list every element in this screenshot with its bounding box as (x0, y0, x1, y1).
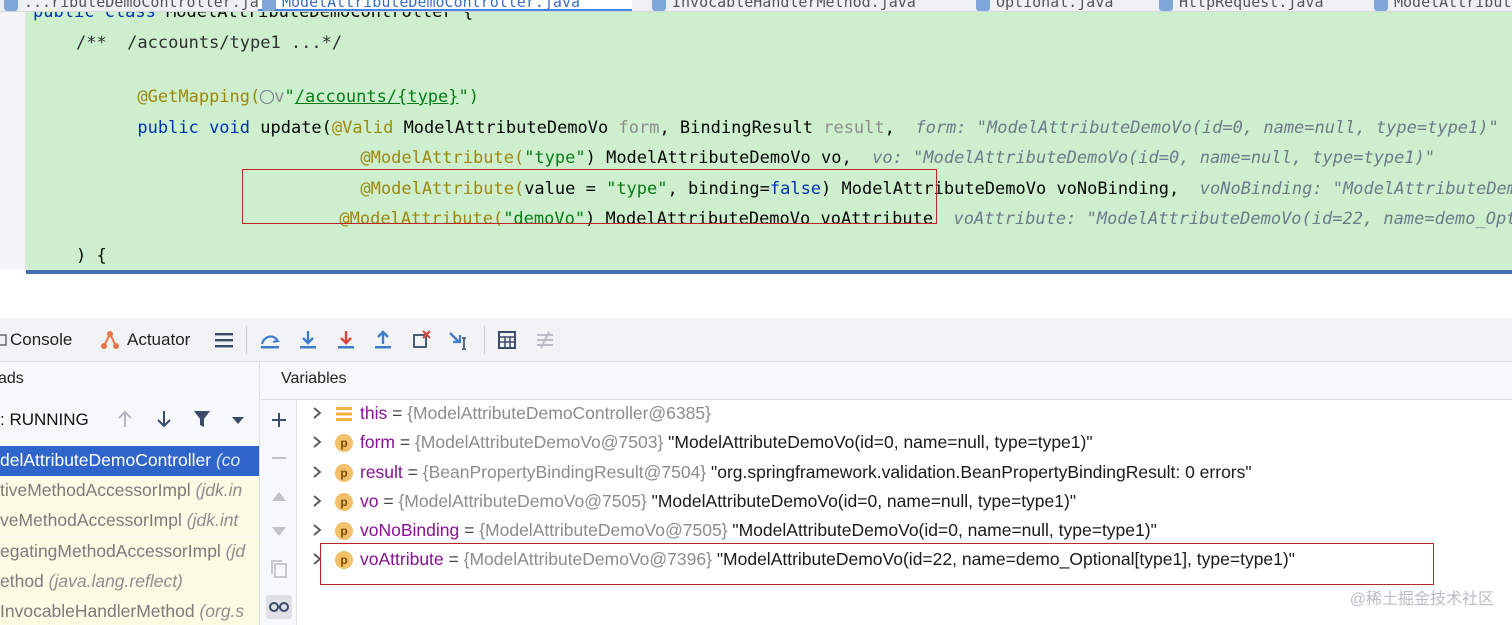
menu-icon[interactable] (212, 328, 236, 352)
java-file-icon (4, 0, 18, 11)
code-line-doc-comment[interactable]: /** /accounts/type1 ...*/ (76, 31, 342, 55)
chevron-right-icon[interactable] (309, 404, 325, 422)
thread-status-label: : RUNNING (0, 410, 89, 429)
java-file-icon (976, 0, 990, 11)
code-line-method-signature: public void update(@Valid ModelAttribute… (137, 118, 1499, 138)
java-file-icon (652, 0, 666, 11)
editor-tab-0[interactable]: ...ributeDemoController.java (0, 0, 277, 11)
tab-label: ModelAttribut... (1394, 0, 1512, 11)
variable-row-result[interactable]: p result = {BeanPropertyBindingResult@75… (297, 459, 1512, 488)
move-up-icon[interactable] (267, 484, 291, 508)
variable-row-vo[interactable]: p vo = {ModelAttributeDemoVo@7505} "Mode… (297, 488, 1512, 517)
chevron-right-icon[interactable] (309, 433, 325, 451)
highlight-box-voattribute-code (242, 169, 937, 224)
show-execution-point-icon[interactable] (258, 328, 282, 352)
java-file-icon (1374, 0, 1388, 11)
java-file-icon (1159, 0, 1173, 11)
parameter-icon: p (335, 493, 353, 511)
chevron-down-icon[interactable] (230, 413, 246, 431)
toolbar-separator (484, 326, 485, 354)
frame-item[interactable]: tiveMethodAccessorImpl (jdk.in (0, 476, 259, 506)
editor-tab-2[interactable]: InvocableHandlerMethod.java (648, 0, 916, 11)
run-to-cursor-icon[interactable] (447, 328, 471, 352)
parameter-icon: p (335, 434, 353, 452)
tab-label: InvocableHandlerMethod.java (672, 0, 916, 11)
field-lines-icon (335, 405, 353, 423)
java-file-icon (262, 0, 276, 11)
frame-item[interactable]: ethod (java.lang.reflect) (0, 567, 259, 597)
actuator-tab[interactable]: Actuator (127, 330, 190, 350)
variables-tree: this = {ModelAttributeDemoController@638… (297, 400, 1512, 625)
watermark: @稀土掘金技术社区 (1349, 591, 1494, 608)
actuator-icon (98, 328, 122, 352)
highlight-box-voattribute-variable (320, 543, 1434, 585)
step-into-icon[interactable] (334, 328, 358, 352)
code-editor[interactable]: public class ModelAttributeDemoControlle… (0, 12, 1512, 270)
arrow-down-icon[interactable] (155, 409, 173, 434)
frame-item[interactable]: egatingMethodAccessorImpl (jd (0, 537, 259, 567)
variables-header-bar: Variables (261, 362, 1512, 400)
frame-item[interactable]: delAttributeDemoController (co (0, 446, 259, 476)
tab-label: ModelAttributeDemoController.java (282, 0, 581, 11)
editor-tab-4[interactable]: HttpRequest.java (1155, 0, 1324, 11)
trace-icon[interactable] (533, 328, 557, 352)
move-down-icon[interactable] (267, 520, 291, 544)
editor-tab-active[interactable]: ModelAttributeDemoController.java (258, 0, 632, 11)
parameter-icon: p (335, 464, 353, 482)
editor-tab-3[interactable]: Optional.java (972, 0, 1114, 11)
console-tab[interactable]: Console (10, 330, 72, 350)
variable-row-form[interactable]: p form = {ModelAttributeDemoVo@7503} "Mo… (297, 429, 1512, 458)
glasses-icon[interactable] (266, 595, 292, 619)
remove-watch-icon[interactable] (267, 446, 291, 470)
variable-row-vonobinding[interactable]: p voNoBinding = {ModelAttributeDemoVo@75… (297, 517, 1512, 546)
code-line-class: public class ModelAttributeDemoControlle… (33, 12, 474, 22)
debug-toolbar: Console Actuator (0, 318, 1512, 362)
code-area[interactable]: public class ModelAttributeDemoControlle… (0, 12, 1512, 270)
variables-header: Variables (281, 370, 347, 387)
step-over-icon[interactable] (296, 328, 320, 352)
code-line-param-vo: @ModelAttribute("type") ModelAttributeDe… (360, 148, 1436, 168)
frame-item[interactable]: InvocableHandlerMethod (org.s (0, 597, 259, 625)
filter-icon[interactable] (192, 409, 212, 434)
editor-tab-bar: ...ributeDemoController.java ModelAttrib… (0, 0, 1512, 12)
chevron-right-icon[interactable] (309, 463, 325, 481)
tab-label: ...ributeDemoController.java (24, 0, 277, 11)
code-line-open-brace: ) { (76, 246, 107, 266)
tab-label: Optional.java (996, 0, 1114, 11)
toolbar-separator (246, 326, 247, 354)
parameter-icon: p (335, 522, 353, 540)
add-watch-icon[interactable] (267, 408, 291, 432)
thread-selector[interactable]: : RUNNING (0, 404, 259, 434)
step-out-icon[interactable] (371, 328, 395, 352)
arrow-up-icon[interactable] (116, 409, 134, 434)
editor-tab-5[interactable]: ModelAttribut... (1370, 0, 1512, 11)
editor-bottom-border (26, 270, 1512, 274)
chevron-right-icon[interactable] (309, 521, 325, 539)
code-line-getmapping: @GetMapping(v"/accounts/{type}") (137, 87, 479, 107)
variables-toolbar (261, 400, 297, 625)
frames-panel: ads : RUNNING delAttributeDemoController… (0, 362, 260, 625)
drop-frame-icon[interactable] (409, 328, 433, 352)
frame-item[interactable]: veMethodAccessorImpl (jdk.int (0, 506, 259, 536)
evaluate-expression-icon[interactable] (495, 328, 519, 352)
tab-label: HttpRequest.java (1179, 0, 1324, 11)
threads-header: ads (0, 370, 24, 387)
chevron-right-icon[interactable] (309, 492, 325, 510)
inline-value-hint: voAttribute: "ModelAttributeDemoVo(id=22… (953, 209, 1512, 229)
variable-row-this[interactable]: this = {ModelAttributeDemoController@638… (297, 400, 1512, 429)
duplicate-watch-icon[interactable] (267, 557, 291, 581)
